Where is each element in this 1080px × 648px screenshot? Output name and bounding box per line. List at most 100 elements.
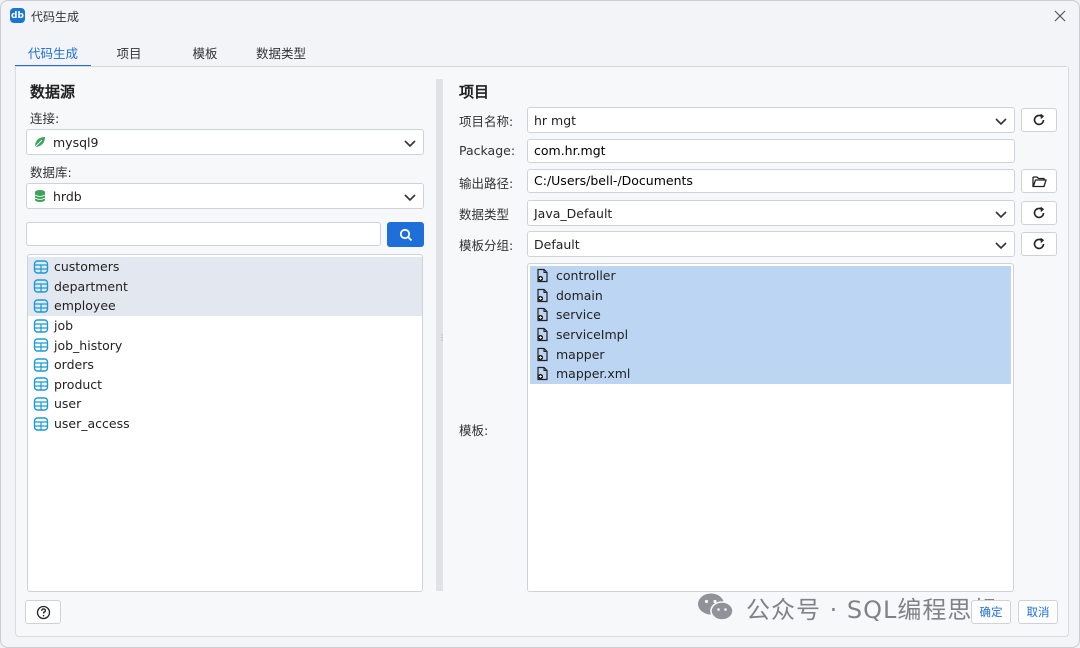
template-item-service[interactable]: service (530, 305, 1011, 325)
project-name-label: 项目名称: (459, 114, 514, 129)
output-path-label: 输出路径: (459, 176, 514, 191)
template-group-select[interactable]: Default (527, 231, 1015, 257)
panel-splitter[interactable]: ⋮ (436, 79, 446, 591)
template-name: mapper (556, 346, 605, 362)
mysql-leaf-icon (34, 137, 45, 148)
template-file-icon (535, 288, 550, 303)
tab-code-generation[interactable]: 代码生成 (15, 45, 91, 67)
table-name: user_access (54, 416, 130, 432)
template-group-label: 模板分组: (459, 238, 514, 253)
table-item-orders[interactable]: orders (28, 355, 422, 375)
table-icon (33, 376, 49, 392)
table-icon (33, 259, 49, 275)
table-name: orders (54, 357, 94, 373)
project-name-value: hr mgt (534, 112, 577, 128)
refresh-data-type-button[interactable] (1021, 201, 1057, 225)
template-item-mapper[interactable]: mapper (530, 344, 1011, 364)
table-item-product[interactable]: product (28, 375, 422, 395)
tab-content: 数据源 连接: mysql9 数据库: hrdb customers depar… (15, 67, 1069, 637)
template-item-mapper-xml[interactable]: mapper.xml (530, 363, 1011, 384)
package-label: Package: (459, 143, 516, 158)
chevron-down-icon (995, 242, 1007, 250)
connection-label: 连接: (30, 111, 60, 126)
template-file-icon (535, 307, 550, 322)
table-item-department[interactable]: department (28, 276, 422, 297)
browse-folder-button[interactable] (1021, 169, 1057, 193)
table-name: employee (54, 298, 116, 314)
database-select[interactable]: hrdb (26, 183, 424, 209)
watermark-text: 公众号 · SQL编程思想 (746, 595, 998, 624)
template-file-icon (535, 366, 550, 381)
data-type-select[interactable]: Java_Default (527, 200, 1015, 226)
refresh-template-group-button[interactable] (1021, 232, 1057, 256)
table-name: job_history (54, 337, 123, 353)
table-icon (33, 298, 49, 314)
template-group-value: Default (534, 236, 580, 252)
template-name: domain (556, 287, 603, 303)
table-icon (33, 416, 49, 432)
connection-value: mysql9 (53, 134, 99, 150)
title-bar: db 代码生成 (1, 1, 1079, 31)
help-button[interactable] (25, 600, 61, 624)
tab-data-type[interactable]: 数据类型 (243, 45, 319, 67)
project-title: 项目 (459, 83, 490, 101)
table-icon (33, 337, 49, 353)
template-name: service (556, 307, 601, 323)
refresh-icon (1033, 206, 1045, 219)
table-item-customers[interactable]: customers (28, 257, 422, 277)
template-item-service-impl[interactable]: serviceImpl (530, 324, 1011, 345)
splitter-grip: ⋮ (438, 333, 446, 342)
code-generation-window: db 代码生成 代码生成 项目 模板 数据类型 数据源 连接: mysql9 数 (0, 0, 1080, 648)
table-icon (33, 318, 49, 334)
cancel-button[interactable]: 取消 (1018, 600, 1058, 624)
template-item-domain[interactable]: domain (530, 285, 1011, 306)
database-value: hrdb (53, 188, 82, 204)
table-list[interactable]: customers department employee job job_hi… (27, 254, 423, 592)
package-field[interactable] (534, 140, 1008, 162)
help-icon (36, 605, 50, 619)
package-input[interactable] (527, 139, 1015, 163)
close-icon (1054, 10, 1066, 22)
chevron-down-icon (404, 194, 416, 202)
table-item-employee[interactable]: employee (28, 296, 422, 316)
template-name: mapper.xml (556, 366, 631, 382)
database-icon (34, 190, 46, 202)
table-item-user[interactable]: user (28, 394, 422, 414)
table-item-job-history[interactable]: job_history (28, 335, 422, 355)
chevron-down-icon (995, 118, 1007, 126)
watermark: 公众号 · SQL编程思想 (696, 587, 997, 627)
tab-bar: 代码生成 项目 模板 数据类型 (15, 45, 319, 67)
ok-button[interactable]: 确定 (971, 600, 1011, 624)
template-item-controller[interactable]: controller (530, 266, 1011, 286)
template-name: controller (556, 268, 616, 284)
close-button[interactable] (1051, 7, 1069, 25)
templates-label: 模板: (459, 423, 489, 438)
template-file-icon (535, 268, 550, 283)
template-list[interactable]: controller domain service serviceImpl ma… (527, 263, 1014, 592)
wechat-logo-icon (698, 593, 734, 621)
data-type-label: 数据类型 (459, 207, 510, 222)
tab-project[interactable]: 项目 (91, 45, 167, 67)
output-path-field[interactable] (534, 170, 1008, 192)
connection-select[interactable]: mysql9 (26, 129, 424, 155)
table-icon (33, 357, 49, 373)
table-name: department (54, 278, 128, 294)
refresh-icon (1033, 113, 1045, 126)
folder-open-icon (1031, 175, 1047, 187)
app-logo-icon: db (10, 8, 25, 23)
search-button[interactable] (387, 222, 424, 247)
project-name-select[interactable]: hr mgt (527, 107, 1015, 133)
table-search-field[interactable] (33, 223, 374, 245)
template-file-icon (535, 327, 550, 342)
table-search-input[interactable] (26, 222, 381, 246)
chevron-down-icon (995, 211, 1007, 219)
refresh-project-button[interactable] (1021, 108, 1057, 132)
table-name: job (54, 318, 74, 334)
table-icon (33, 396, 49, 412)
window-title: 代码生成 (31, 10, 80, 24)
table-item-job[interactable]: job (28, 316, 422, 336)
table-item-user-access[interactable]: user_access (28, 414, 422, 434)
chevron-down-icon (404, 140, 416, 148)
tab-template[interactable]: 模板 (167, 45, 243, 67)
output-path-input[interactable] (527, 169, 1015, 193)
